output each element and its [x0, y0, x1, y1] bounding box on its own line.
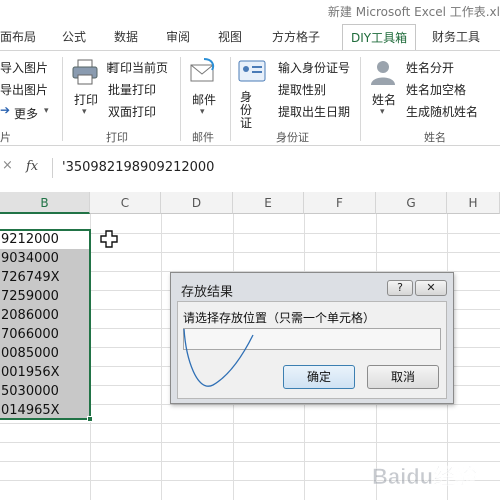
person-icon: [368, 57, 398, 90]
help-button[interactable]: ?: [387, 280, 413, 296]
dialog-prompt: 请选择存放位置（只需一个单元格）: [183, 311, 376, 325]
mail-icon: [188, 57, 218, 90]
group-separator: [180, 57, 181, 141]
export-picture-button[interactable]: 导出图片: [0, 81, 48, 98]
tab-data[interactable]: 数据: [114, 28, 138, 45]
ok-button[interactable]: 确定: [283, 365, 355, 389]
group-separator: [360, 57, 361, 141]
tab-view[interactable]: 视图: [218, 28, 242, 45]
insert-function-icon[interactable]: fx: [26, 159, 38, 174]
id-card-icon: [238, 59, 266, 86]
mail-button[interactable]: 邮件: [192, 91, 216, 108]
group-label-pictures: 片: [0, 131, 11, 144]
group-separator: [230, 57, 231, 141]
print-button[interactable]: 打印: [74, 91, 98, 108]
fill-handle[interactable]: [87, 416, 93, 422]
column-header-d[interactable]: D: [161, 192, 233, 214]
cancel-entry-icon[interactable]: ×: [2, 158, 13, 173]
tab-fangfang-gezi[interactable]: 方方格子: [272, 28, 320, 45]
window-title: 新建 Microsoft Excel 工作表.xl: [327, 5, 500, 19]
chevron-down-icon: ▾: [380, 107, 385, 117]
tab-review[interactable]: 审阅: [166, 28, 190, 45]
column-header-h[interactable]: H: [447, 192, 500, 214]
column-header-e[interactable]: E: [233, 192, 304, 214]
column-header-c[interactable]: C: [90, 192, 161, 214]
group-separator: [62, 57, 63, 141]
chevron-down-icon: ▾: [82, 107, 87, 117]
ribbon: 导入图片 导出图片 ➔ 更多 ▾ 片 打印 ▾ ▤ 打印当前页 批量打印 双面打…: [0, 50, 500, 146]
import-picture-button[interactable]: 导入图片: [0, 59, 48, 76]
column-header-b[interactable]: B: [0, 192, 90, 214]
ribbon-tabs: 面布局 公式 数据 审阅 视图 方方格子 DIY工具箱 财务工具: [0, 24, 500, 50]
group-label-id-card: 身份证: [276, 131, 309, 144]
baidu-watermark: Baidu经验: [370, 458, 490, 494]
add-space-to-name-button[interactable]: 姓名加空格: [406, 81, 466, 98]
group-label-mail: 邮件: [192, 131, 214, 144]
close-button[interactable]: ✕: [415, 280, 447, 296]
tab-page-layout[interactable]: 面布局: [0, 28, 36, 45]
formula-bar: × fx '350982198909212000: [0, 154, 500, 182]
extract-gender-button[interactable]: 提取性别: [278, 81, 326, 98]
printer-icon: [70, 57, 100, 90]
extract-birthday-button[interactable]: 提取出生日期: [278, 103, 350, 120]
generate-random-name-button[interactable]: 生成随机姓名: [406, 103, 478, 120]
group-label-print: 打印: [106, 131, 128, 144]
formula-bar-divider: [52, 158, 53, 178]
print-current-page-button[interactable]: 打印当前页: [108, 59, 168, 76]
formula-input[interactable]: '350982198909212000: [62, 160, 214, 175]
title-bar: 新建 Microsoft Excel 工作表.xl: [0, 0, 500, 22]
duplex-print-button[interactable]: 双面打印: [108, 103, 156, 120]
name-button[interactable]: 姓名: [372, 91, 396, 108]
id-card-button[interactable]: 身份证: [240, 91, 254, 130]
tab-formulas[interactable]: 公式: [62, 28, 86, 45]
tab-finance-tools[interactable]: 财务工具: [432, 28, 480, 45]
more-button[interactable]: 更多: [14, 105, 38, 122]
split-name-button[interactable]: 姓名分开: [406, 59, 454, 76]
selection-border: [0, 229, 91, 420]
input-id-number-button[interactable]: 输入身份证号: [278, 59, 350, 76]
handwritten-curve-annotation: [183, 328, 255, 398]
arrow-right-icon: ➔: [0, 103, 11, 117]
gridline: [0, 423, 500, 424]
tab-diy-toolbox[interactable]: DIY工具箱: [342, 24, 417, 50]
gridline: [0, 442, 500, 443]
chevron-down-icon: ▾: [44, 106, 49, 116]
store-result-dialog: 存放结果 ? ✕ 请选择存放位置（只需一个单元格） 确定 取消: [170, 272, 454, 404]
column-header-f[interactable]: F: [304, 192, 376, 214]
chevron-down-icon: ▾: [200, 107, 205, 117]
column-header-g[interactable]: G: [376, 192, 447, 214]
cancel-button[interactable]: 取消: [367, 365, 439, 389]
cell-cursor-icon: [100, 230, 118, 251]
watermark-text: Baidu经验: [372, 464, 477, 489]
gridline: [161, 214, 162, 500]
dialog-title: 存放结果: [181, 285, 234, 300]
batch-print-button[interactable]: 批量打印: [108, 81, 156, 98]
group-label-name: 姓名: [424, 131, 446, 144]
